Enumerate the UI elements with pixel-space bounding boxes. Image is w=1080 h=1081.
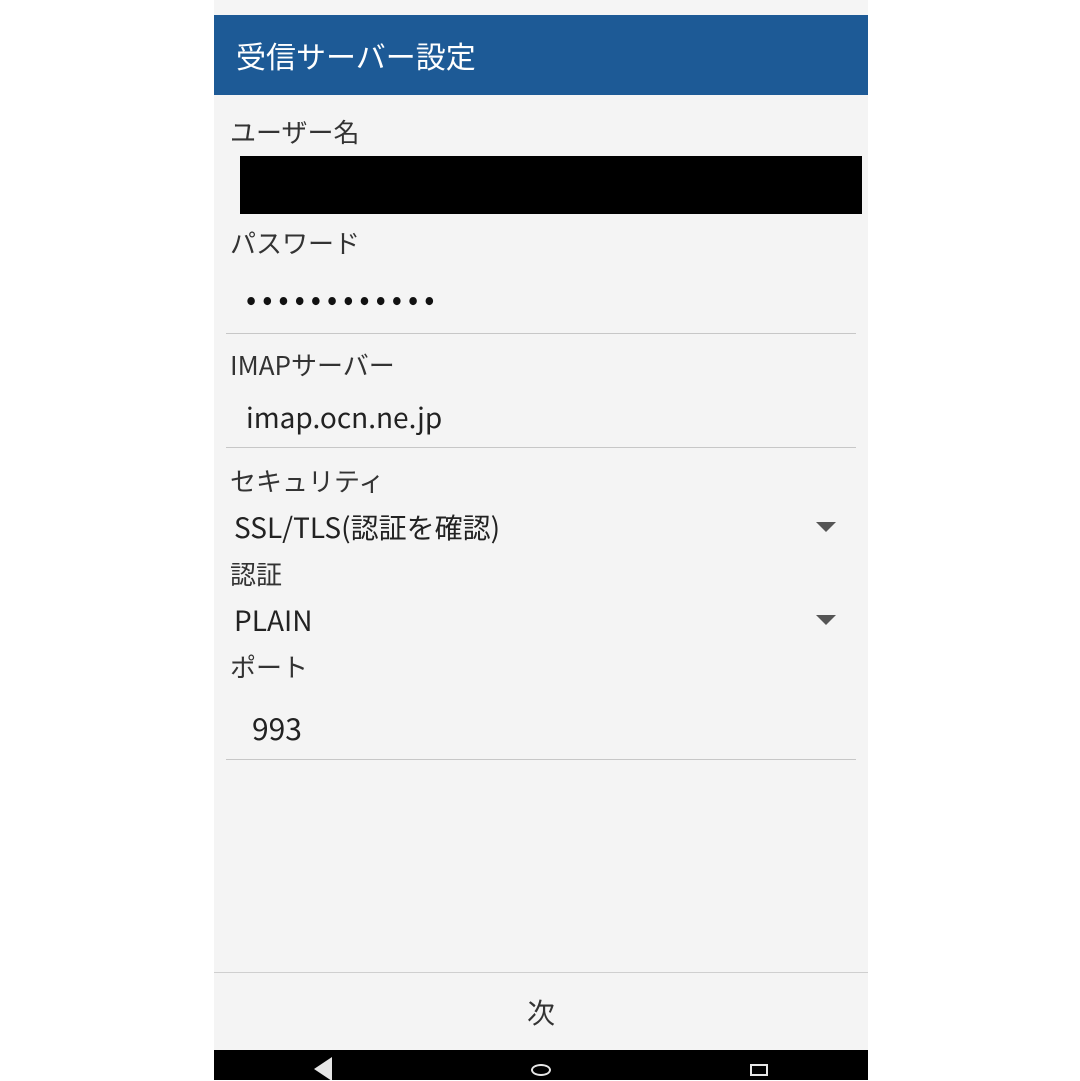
password-label: パスワード bbox=[226, 224, 856, 261]
chevron-down-icon bbox=[816, 615, 836, 625]
next-button-label: 次 bbox=[527, 992, 555, 1032]
recent-apps-icon[interactable] bbox=[750, 1064, 768, 1076]
form-content: ユーザー名 パスワード •••••••••••• IMAPサーバー imap.o… bbox=[214, 95, 868, 1080]
home-icon[interactable] bbox=[531, 1064, 551, 1076]
port-label: ポート bbox=[226, 648, 856, 685]
username-input[interactable] bbox=[240, 156, 862, 214]
password-input[interactable]: •••••••••••• bbox=[226, 267, 856, 334]
header-title: 受信サーバー設定 bbox=[236, 33, 476, 77]
back-icon[interactable] bbox=[314, 1057, 332, 1081]
auth-select[interactable]: PLAIN bbox=[226, 598, 856, 644]
device-frame: 受信サーバー設定 ユーザー名 パスワード •••••••••••• IMAPサー… bbox=[214, 0, 868, 1080]
auth-label: 認証 bbox=[226, 555, 856, 592]
imap-server-label: IMAPサーバー bbox=[226, 346, 856, 383]
username-label: ユーザー名 bbox=[226, 113, 856, 150]
auth-value: PLAIN bbox=[234, 600, 312, 640]
imap-server-input[interactable]: imap.ocn.ne.jp bbox=[226, 389, 856, 448]
port-input[interactable]: 993 bbox=[226, 691, 856, 760]
app-header: 受信サーバー設定 bbox=[214, 15, 868, 95]
security-label: セキュリティ bbox=[226, 462, 856, 499]
security-value: SSL/TLS(認証を確認) bbox=[234, 507, 500, 547]
security-select[interactable]: SSL/TLS(認証を確認) bbox=[226, 505, 856, 551]
android-nav-bar bbox=[214, 1050, 868, 1080]
chevron-down-icon bbox=[816, 522, 836, 532]
next-button[interactable]: 次 bbox=[214, 972, 868, 1050]
